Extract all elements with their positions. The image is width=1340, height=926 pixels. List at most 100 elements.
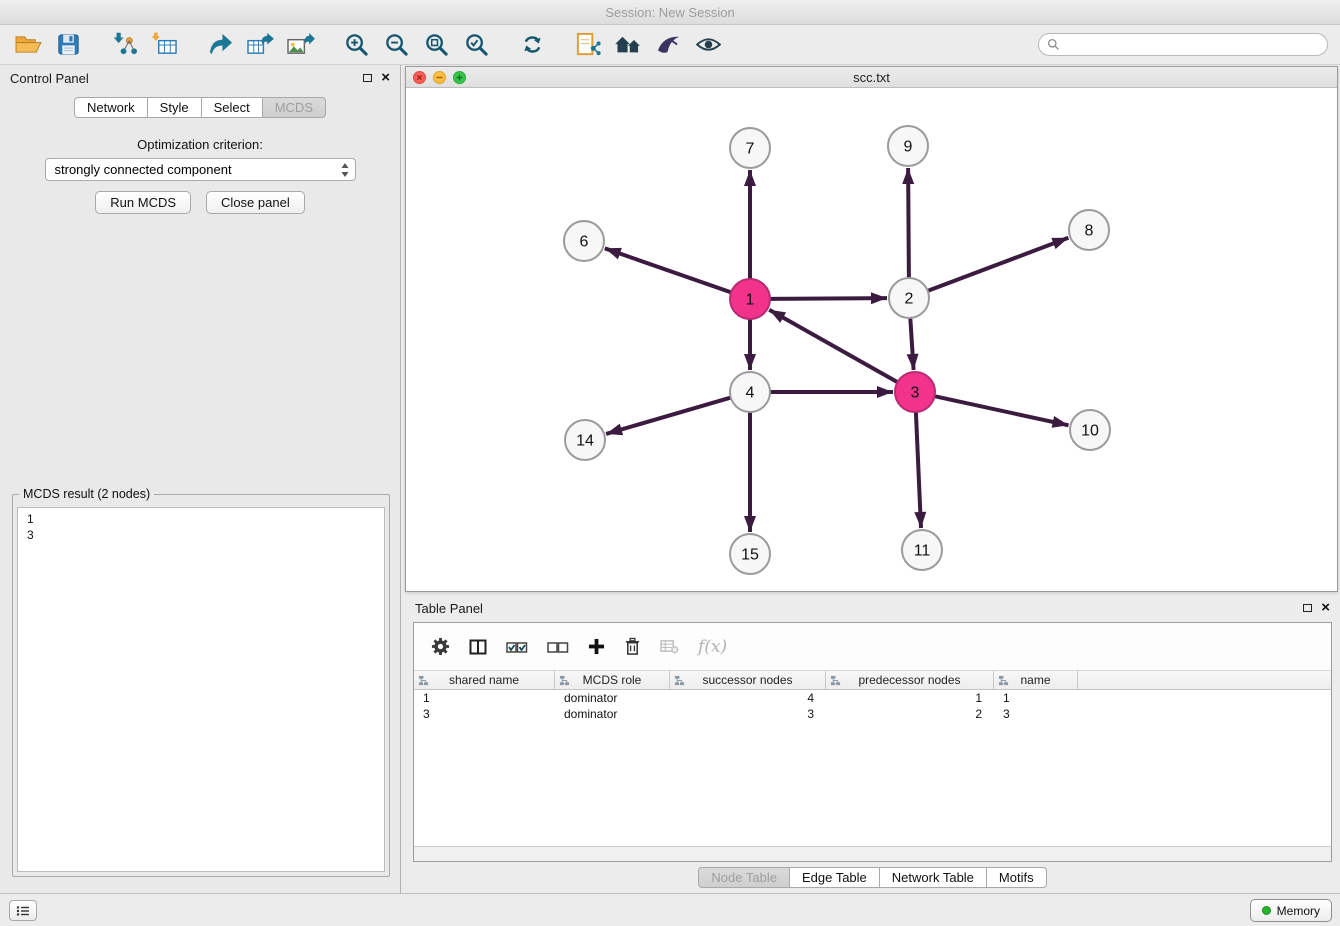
- zoom-fit-icon[interactable]: [416, 28, 456, 62]
- column-sort-icon: [998, 675, 1009, 686]
- minimize-window-icon[interactable]: [433, 71, 446, 84]
- node-label: 3: [911, 385, 920, 402]
- table-body: 1dominator4113dominator323: [414, 690, 1331, 722]
- zoom-in-icon[interactable]: [336, 28, 376, 62]
- node-3[interactable]: 3: [895, 372, 935, 412]
- edge-3-11[interactable]: [916, 412, 921, 528]
- edge-2-3[interactable]: [910, 318, 913, 370]
- node-10[interactable]: 10: [1070, 410, 1110, 450]
- network-window-title: scc.txt: [853, 70, 890, 85]
- zoom-window-icon[interactable]: [453, 71, 466, 84]
- main-toolbar: [0, 25, 1340, 65]
- close-window-icon[interactable]: [413, 71, 426, 84]
- float-table-panel-icon[interactable]: [1303, 604, 1312, 612]
- show-columns-icon[interactable]: [469, 639, 487, 655]
- control-panel-header: Control Panel ×: [0, 65, 400, 91]
- mcds-result-group: MCDS result (2 nodes) 13: [12, 494, 390, 877]
- delete-row-icon[interactable]: [624, 637, 641, 656]
- deselect-all-icon[interactable]: [547, 639, 569, 655]
- export-image-icon[interactable]: [280, 28, 320, 62]
- home-icon[interactable]: [608, 28, 648, 62]
- tab-network-table[interactable]: Network Table: [879, 867, 987, 888]
- edge-2-8[interactable]: [928, 238, 1069, 291]
- table-cell: dominator: [555, 691, 670, 705]
- tab-select[interactable]: Select: [201, 97, 263, 118]
- edge-4-14[interactable]: [606, 398, 731, 434]
- tab-node-table[interactable]: Node Table: [698, 867, 790, 888]
- node-11[interactable]: 11: [902, 530, 942, 570]
- close-panel-button[interactable]: Close panel: [206, 191, 305, 214]
- column-header-successor-nodes[interactable]: successor nodes: [670, 671, 826, 689]
- export-table-icon[interactable]: [240, 28, 280, 62]
- column-sort-icon: [830, 675, 841, 686]
- search-box[interactable]: [1038, 33, 1328, 56]
- node-1[interactable]: 1: [730, 279, 770, 319]
- edge-1-6[interactable]: [605, 248, 731, 292]
- import-network-icon[interactable]: [104, 28, 144, 62]
- edge-3-10[interactable]: [935, 396, 1069, 425]
- refresh-icon[interactable]: [512, 28, 552, 62]
- zoom-out-icon[interactable]: [376, 28, 416, 62]
- column-header-predecessor-nodes[interactable]: predecessor nodes: [826, 671, 994, 689]
- show-panels-button[interactable]: [9, 900, 37, 921]
- table-panel-content: f(x) shared nameMCDS rolesuccessor nodes…: [413, 622, 1332, 862]
- node-7[interactable]: 7: [730, 128, 770, 168]
- zoom-selected-icon[interactable]: [456, 28, 496, 62]
- node-label: 4: [746, 385, 755, 402]
- edge-3-1[interactable]: [769, 310, 897, 382]
- table-settings-gear-icon[interactable]: [431, 637, 450, 656]
- table-row[interactable]: 1dominator411: [414, 690, 1331, 706]
- select-all-icon[interactable]: [506, 639, 528, 655]
- run-mcds-button[interactable]: Run MCDS: [95, 191, 191, 214]
- node-15[interactable]: 15: [730, 534, 770, 574]
- column-header-mcds-role[interactable]: MCDS role: [555, 671, 670, 689]
- horizontal-scrollbar[interactable]: [414, 846, 1331, 861]
- column-sort-icon: [559, 675, 570, 686]
- open-session-icon[interactable]: [8, 28, 48, 62]
- network-graph[interactable]: 7 9 6 8 1 2 4 3 14 10 15 11: [406, 88, 1337, 591]
- column-header-shared-name[interactable]: shared name: [414, 671, 555, 689]
- mcds-result-list[interactable]: 13: [17, 507, 385, 872]
- tab-edge-table[interactable]: Edge Table: [789, 867, 880, 888]
- node-14[interactable]: 14: [565, 420, 605, 460]
- dropdown-arrows-icon: [340, 162, 350, 178]
- network-canvas[interactable]: 7 9 6 8 1 2 4 3 14 10 15 11: [406, 88, 1337, 591]
- tab-network[interactable]: Network: [74, 97, 148, 118]
- edge-2-9[interactable]: [908, 168, 909, 278]
- close-control-panel-icon[interactable]: ×: [381, 72, 390, 84]
- control-panel-tabs: NetworkStyleSelectMCDS: [0, 97, 400, 118]
- clipboard-network-icon[interactable]: [568, 28, 608, 62]
- node-6[interactable]: 6: [564, 221, 604, 261]
- table-row[interactable]: 3dominator323: [414, 706, 1331, 722]
- node-label: 8: [1085, 223, 1094, 240]
- window-title: Session: New Session: [605, 5, 734, 20]
- float-panel-icon[interactable]: [363, 74, 372, 82]
- save-session-icon[interactable]: [48, 28, 88, 62]
- edge-1-2[interactable]: [770, 298, 887, 299]
- memory-button[interactable]: Memory: [1250, 899, 1332, 922]
- node-9[interactable]: 9: [888, 126, 928, 166]
- node-4[interactable]: 4: [730, 372, 770, 412]
- criterion-dropdown[interactable]: strongly connected component: [45, 158, 356, 181]
- window-titlebar[interactable]: Session: New Session: [0, 0, 1340, 25]
- application-window: Session: New Session: [0, 0, 1340, 926]
- search-input[interactable]: [1065, 36, 1327, 54]
- style-brush-icon[interactable]: [648, 28, 688, 62]
- tab-motifs[interactable]: Motifs: [986, 867, 1047, 888]
- search-icon: [1047, 38, 1060, 51]
- table-panel-title: Table Panel: [415, 601, 483, 616]
- add-row-icon[interactable]: [588, 638, 605, 655]
- eye-icon[interactable]: [688, 28, 728, 62]
- memory-button-label: Memory: [1277, 904, 1320, 918]
- tab-mcds[interactable]: MCDS: [262, 97, 326, 118]
- node-2[interactable]: 2: [889, 278, 929, 318]
- node-8[interactable]: 8: [1069, 210, 1109, 250]
- export-network-icon[interactable]: [200, 28, 240, 62]
- close-table-panel-icon[interactable]: ×: [1321, 602, 1330, 614]
- tab-style[interactable]: Style: [147, 97, 202, 118]
- column-header-name[interactable]: name: [994, 671, 1078, 689]
- table-cell: 3: [670, 707, 826, 721]
- import-table-icon[interactable]: [144, 28, 184, 62]
- column-header-filler: [1078, 671, 1331, 689]
- network-window-titlebar[interactable]: scc.txt: [406, 67, 1337, 88]
